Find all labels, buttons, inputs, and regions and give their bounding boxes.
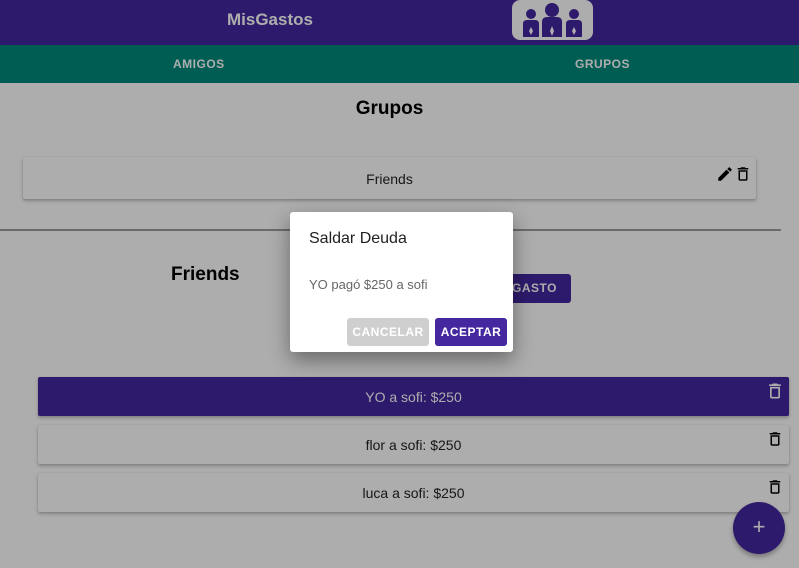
dialog-title: Saldar Deuda [309,230,407,247]
cancel-button[interactable]: CANCELAR [347,318,429,346]
settle-debt-dialog: Saldar Deuda YO pagó $250 a sofi CANCELA… [290,212,513,352]
accept-button[interactable]: ACEPTAR [435,318,507,346]
dialog-message: YO pagó $250 a sofi [309,277,428,292]
